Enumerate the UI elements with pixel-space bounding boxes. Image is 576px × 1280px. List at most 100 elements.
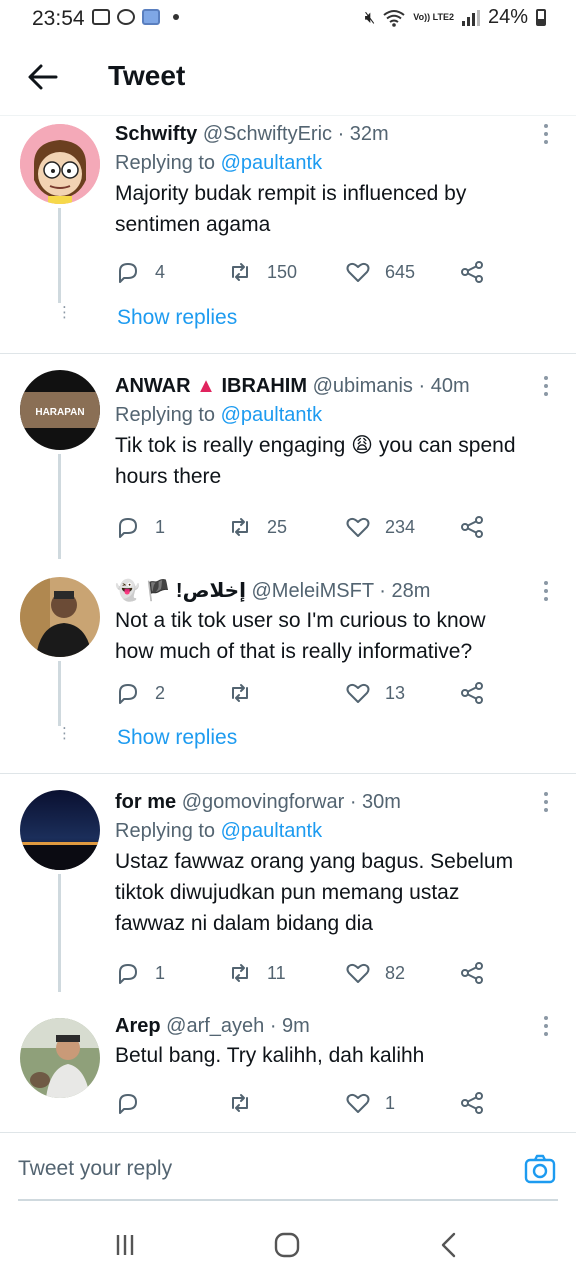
avatar[interactable] bbox=[20, 1018, 100, 1098]
retweet-icon bbox=[232, 964, 248, 982]
retweet-count: 150 bbox=[267, 261, 298, 282]
retweet-button[interactable]: 25 bbox=[227, 514, 287, 540]
page-title: Tweet bbox=[108, 60, 186, 91]
reply-icon bbox=[119, 518, 137, 538]
avatar[interactable] bbox=[20, 124, 100, 204]
reply-underline bbox=[18, 1199, 558, 1201]
reply-button[interactable]: 1 bbox=[115, 960, 165, 986]
retweet-button[interactable] bbox=[227, 1090, 267, 1116]
more-options-icon[interactable] bbox=[536, 122, 556, 148]
status-bar: 23:54 🔇︎ Vo)) LTE2 24% bbox=[0, 0, 576, 38]
morty-avatar-image bbox=[20, 124, 100, 204]
share-button[interactable] bbox=[459, 259, 485, 285]
avatar[interactable] bbox=[20, 577, 100, 657]
back-arrow-icon[interactable] bbox=[26, 60, 60, 94]
share-icon bbox=[461, 516, 483, 538]
author-handle[interactable]: @SchwiftyEric bbox=[203, 123, 332, 145]
reply-button[interactable] bbox=[115, 1090, 155, 1116]
status-time: 23:54 bbox=[32, 7, 85, 30]
heart-icon bbox=[346, 1093, 370, 1113]
night-sky-avatar bbox=[20, 790, 100, 870]
author-handle[interactable]: @arf_ayeh bbox=[166, 1015, 264, 1037]
retweet-button[interactable]: 150 bbox=[227, 259, 297, 285]
like-button[interactable]: 1 bbox=[345, 1090, 395, 1116]
tweet-item[interactable]: for me @gomovingforwar · 30m Replying to… bbox=[0, 774, 576, 992]
avatar[interactable] bbox=[20, 790, 100, 870]
harapan-logo-avatar: HARAPAN bbox=[20, 370, 100, 450]
tweet-actions: 4 150 645 bbox=[115, 259, 495, 287]
signal-icon bbox=[461, 9, 480, 26]
author-name[interactable]: for me bbox=[115, 791, 176, 813]
thread-dots-icon: ⋮ bbox=[57, 725, 72, 742]
replying-to: Replying to @paultantk bbox=[115, 820, 323, 842]
retweet-count: 25 bbox=[267, 516, 288, 537]
more-notifications-icon bbox=[173, 14, 179, 20]
tweet-actions: 2 13 bbox=[115, 680, 495, 708]
system-nav-bar bbox=[0, 1202, 576, 1280]
tweet-time: · 32m bbox=[337, 123, 389, 145]
tweet-item[interactable]: HARAPAN ANWAR ▲ IBRAHIM @ubimanis · 40m … bbox=[0, 354, 576, 559]
like-button[interactable]: 13 bbox=[345, 680, 405, 706]
reply-input[interactable] bbox=[18, 1157, 438, 1181]
tweet-time: · 9m bbox=[269, 1015, 310, 1037]
tweet-text: Not a tik tok user so I'm curious to kno… bbox=[115, 609, 486, 663]
tweet-text: Tik tok is really engaging 😩 you can spe… bbox=[115, 434, 516, 488]
tweet-item[interactable]: Arep @arf_ayeh · 9m Betul bang. Try kali… bbox=[0, 992, 576, 1132]
tweet-time: · 30m bbox=[349, 791, 401, 813]
recent-apps-icon[interactable] bbox=[110, 1230, 140, 1260]
replying-to-link[interactable]: @paultantk bbox=[221, 152, 322, 174]
share-button[interactable] bbox=[459, 1090, 485, 1116]
replying-to-link[interactable]: @paultantk bbox=[221, 404, 322, 426]
reply-button[interactable]: 1 bbox=[115, 514, 165, 540]
reply-button[interactable]: 4 bbox=[115, 259, 165, 285]
show-replies-link[interactable]: Show replies bbox=[117, 726, 237, 750]
like-count: 13 bbox=[385, 682, 406, 703]
avatar[interactable]: HARAPAN bbox=[20, 370, 100, 450]
whatsapp-notification-icon bbox=[117, 9, 135, 25]
heart-icon bbox=[346, 262, 370, 282]
like-button[interactable]: 645 bbox=[345, 259, 415, 285]
heart-icon bbox=[346, 963, 370, 983]
more-options-icon[interactable] bbox=[536, 1014, 556, 1040]
user-photo-avatar bbox=[20, 577, 100, 657]
author-handle[interactable]: @gomovingforwar bbox=[182, 791, 345, 813]
author-name[interactable]: Arep bbox=[115, 1015, 161, 1037]
like-count: 82 bbox=[385, 962, 406, 983]
mute-icon: 🔇︎ bbox=[364, 7, 376, 27]
retweet-icon bbox=[232, 1094, 248, 1112]
like-button[interactable]: 234 bbox=[345, 514, 415, 540]
author-handle[interactable]: @MeleiMSFT bbox=[252, 580, 374, 602]
tweet-actions: 1 11 82 bbox=[115, 960, 495, 988]
share-button[interactable] bbox=[459, 514, 485, 540]
app-notification-icon bbox=[142, 9, 160, 25]
show-replies-link[interactable]: Show replies bbox=[117, 306, 237, 330]
more-options-icon[interactable] bbox=[536, 374, 556, 400]
share-button[interactable] bbox=[459, 680, 485, 706]
more-options-icon[interactable] bbox=[536, 790, 556, 816]
back-nav-icon[interactable] bbox=[434, 1230, 464, 1260]
like-button[interactable]: 82 bbox=[345, 960, 405, 986]
camera-icon[interactable] bbox=[524, 1153, 556, 1185]
share-button[interactable] bbox=[459, 960, 485, 986]
home-icon[interactable] bbox=[272, 1230, 302, 1260]
tweet-actions: 1 25 234 bbox=[115, 514, 495, 542]
reply-count: 2 bbox=[155, 682, 166, 703]
replying-to-link[interactable]: @paultantk bbox=[221, 820, 322, 842]
reply-count: 1 bbox=[155, 516, 166, 537]
tweet-item[interactable]: ⋮ 👻 🏴 !إخلاص @MeleiMSFT · 28m Not a tik … bbox=[0, 559, 576, 773]
reply-feed[interactable]: ⋮ Schwifty @SchwiftyEric · 32m Replying … bbox=[0, 116, 576, 1132]
retweet-button[interactable]: 11 bbox=[227, 960, 286, 986]
thread-line bbox=[58, 661, 61, 726]
like-count: 234 bbox=[385, 516, 416, 537]
tweet-item[interactable]: ⋮ Schwifty @SchwiftyEric · 32m Replying … bbox=[0, 116, 576, 354]
retweet-button[interactable] bbox=[227, 680, 267, 706]
gallery-notification-icon bbox=[92, 9, 110, 25]
author-name[interactable]: Schwifty bbox=[115, 123, 197, 145]
author-name[interactable]: 👻 🏴 !إخلاص bbox=[115, 580, 246, 602]
more-options-icon[interactable] bbox=[536, 579, 556, 605]
heart-icon bbox=[346, 683, 370, 703]
reply-button[interactable]: 2 bbox=[115, 680, 165, 706]
reply-icon bbox=[119, 684, 137, 704]
thread-line bbox=[58, 454, 61, 559]
thread-dots-icon: ⋮ bbox=[57, 304, 72, 321]
